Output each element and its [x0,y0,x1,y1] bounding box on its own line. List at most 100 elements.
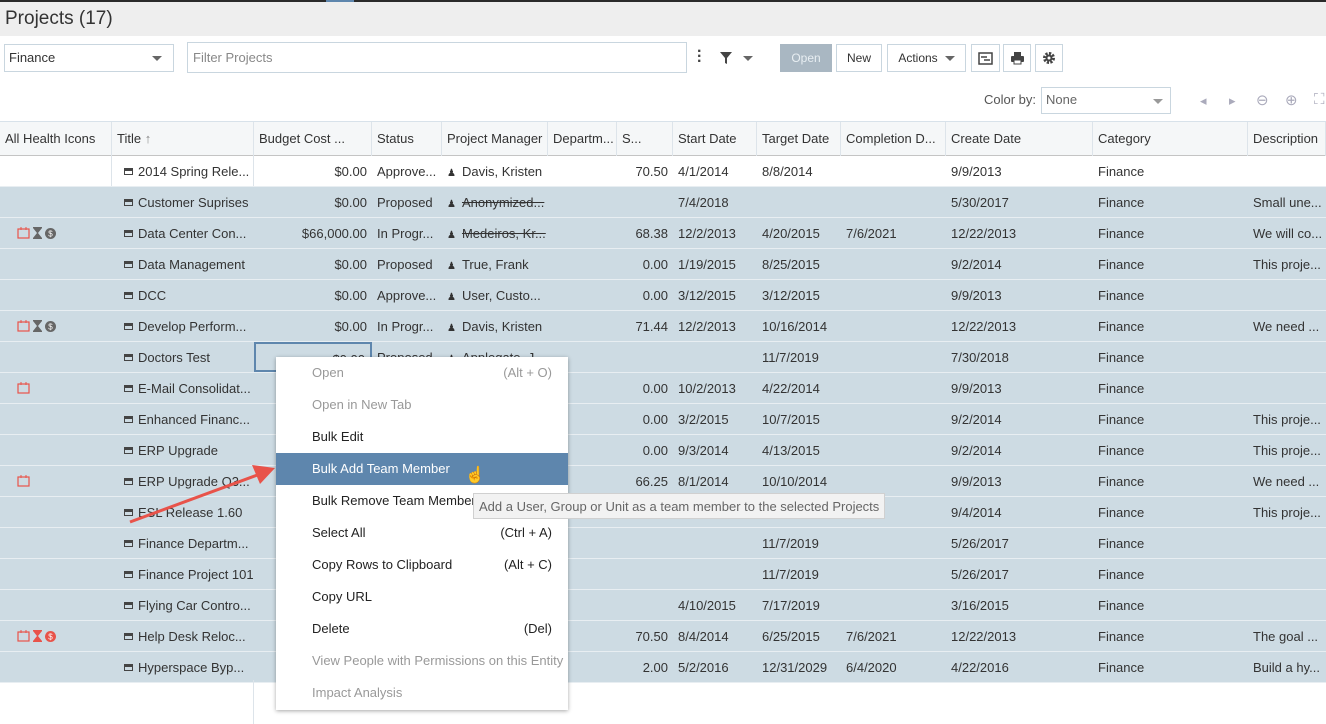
table-row[interactable]: $ Develop Perform... $0.00 In Progr... ♟ Davi… [0,311,1326,342]
table-row[interactable]: E-Mail Consolidat... 0.00 10/2/2013 4/22/20… [0,373,1326,404]
person-icon: ♟ [447,292,456,303]
settings-button[interactable] [1035,44,1063,72]
s-cell [617,342,673,372]
menu-item-bulk-add-team-member[interactable]: Bulk Add Team Member [276,453,568,485]
actions-button[interactable]: Actions [887,44,966,72]
s-cell: 70.50 [635,164,668,179]
next-icon[interactable]: ▸ [1229,93,1236,109]
project-title[interactable]: E-Mail Consolidat... [138,381,251,396]
target-cell: 4/22/2014 [762,381,820,396]
column-header[interactable]: All Health Icons [0,122,112,156]
menu-item-select-all[interactable]: Select All (Ctrl + A) [276,517,568,549]
project-manager-cell: ♟ True, Frank [442,249,548,279]
fit-icon[interactable]: ⛶ [1314,91,1325,108]
health-icons-cell [0,466,112,496]
s-cell: 0.00 [642,443,668,458]
table-row[interactable]: DCC $0.00 Approve... ♟ User, Custo... 0.00 3/1… [0,280,1326,311]
gantt-view-button[interactable] [971,44,1000,72]
zoom-out-icon[interactable]: ⊖ [1256,91,1269,109]
project-manager-cell: ♟ Davis, Kristen [442,156,548,186]
column-header[interactable]: Completion D... [841,122,946,156]
menu-item-impact-analysis[interactable]: Impact Analysis [276,677,568,709]
project-title[interactable]: ERP Upgrade [138,443,218,458]
project-title[interactable]: Enhanced Financ... [138,412,250,427]
filter-dropdown-caret-icon[interactable] [743,56,753,61]
person-icon: ♟ [447,261,456,272]
column-header[interactable]: Category [1093,122,1248,156]
completion-cell [841,590,946,620]
table-row[interactable]: Data Management $0.00 Proposed ♟ True, Frank… [0,249,1326,280]
person-icon: ♟ [447,323,456,334]
project-title[interactable]: Help Desk Reloc... [138,629,246,644]
menu-item-label: Bulk Edit [312,429,364,444]
column-header[interactable]: Target Date [757,122,841,156]
health-icons-cell [0,590,112,620]
menu-item-label: Impact Analysis [312,685,403,700]
project-title[interactable]: Develop Perform... [138,319,246,334]
project-title[interactable]: Customer Suprises [138,195,249,210]
column-header[interactable]: Title ↑ [112,122,254,156]
menu-item-copy-rows-to-clipboard[interactable]: Copy Rows to Clipboard (Alt + C) [276,549,568,581]
project-title[interactable]: 2014 Spring Rele... [138,164,249,179]
category-cell: Finance [1098,164,1145,179]
category-cell: Finance [1098,412,1145,427]
table-row[interactable]: 2014 Spring Rele... $0.00 Approve... ♟ Davis… [0,156,1326,187]
column-header[interactable]: Status [372,122,442,156]
column-header[interactable]: Budget Cost ... [254,122,372,156]
desc-cell: This proje... [1253,505,1321,520]
completion-cell [841,466,946,496]
filter-icon[interactable] [720,52,732,64]
new-button[interactable]: New [836,44,882,72]
create-cell: 5/26/2017 [951,536,1009,551]
table-row[interactable]: Flying Car Contro... 4/10/2015 7/17/2019 3/… [0,590,1326,621]
project-title[interactable]: Finance Departm... [138,536,249,551]
desc-cell [1248,342,1326,372]
color-by-select[interactable]: None [1041,87,1171,114]
open-button[interactable]: Open [780,44,832,72]
project-title[interactable]: Data Management [138,257,245,272]
column-header[interactable]: Create Date [946,122,1093,156]
more-options-icon[interactable]: · · · [697,44,702,70]
create-cell: 4/22/2016 [951,660,1009,675]
project-title[interactable]: Finance Project 101 [138,567,254,582]
view-select[interactable]: Finance [4,44,174,72]
svg-text:$: $ [48,230,53,239]
project-title[interactable]: Hyperspace Byp... [138,660,244,675]
menu-item-copy-url[interactable]: Copy URL [276,581,568,613]
menu-item-open-in-new-tab[interactable]: Open in New Tab [276,389,568,421]
filter-projects-input[interactable] [187,42,687,73]
project-title[interactable]: Data Center Con... [138,226,246,241]
target-cell: 11/7/2019 [762,536,819,551]
column-header[interactable]: Project Manager [442,122,548,156]
table-row[interactable]: Finance Departm... 11/7/2019 5/26/2017 Fina… [0,528,1326,559]
sort-ascending-icon[interactable]: ↑ [141,131,152,146]
prev-icon[interactable]: ◂ [1200,93,1207,109]
category-cell: Finance [1098,350,1145,365]
project-icon [124,385,133,392]
project-title[interactable]: Doctors Test [138,350,210,365]
column-header[interactable]: S... [617,122,673,156]
project-title[interactable]: DCC [138,288,166,303]
table-row[interactable]: Hyperspace Byp... 2.00 5/2/2016 12/31/2029 6… [0,652,1326,683]
create-cell: 5/30/2017 [951,195,1009,210]
table-row[interactable]: Doctors Test$0.00Proposed♟Applegate, J..… [0,342,1326,373]
menu-item-delete[interactable]: Delete (Del) [276,613,568,645]
table-row[interactable]: $ Data Center Con... $66,000.00 In Progr...… [0,218,1326,249]
print-button[interactable] [1003,44,1031,72]
menu-item-open[interactable]: Open (Alt + O) [276,357,568,389]
column-header[interactable]: Departm... [548,122,617,156]
table-row[interactable]: Customer Suprises $0.00 Proposed ♟ Anonymize… [0,187,1326,218]
table-row[interactable]: Enhanced Financ... 0.00 3/2/2015 10/7/2015 9… [0,404,1326,435]
menu-item-view-people-with-permissions-on-this-entity[interactable]: View People with Permissions on this Ent… [276,645,568,677]
table-row[interactable]: $ Help Desk Reloc... 70.50 8/4/2014 6/25/201… [0,621,1326,652]
zoom-in-icon[interactable]: ⊕ [1285,91,1298,109]
project-title[interactable]: Flying Car Contro... [138,598,251,613]
table-row[interactable]: Finance Project 101 11/7/2019 5/26/2017 Fin… [0,559,1326,590]
project-icon [124,602,133,609]
menu-item-bulk-edit[interactable]: Bulk Edit [276,421,568,453]
completion-cell [841,342,946,372]
column-header[interactable]: Start Date [673,122,757,156]
column-header[interactable]: Description [1248,122,1326,156]
completion-cell [841,404,946,434]
dept-cell [548,280,617,310]
